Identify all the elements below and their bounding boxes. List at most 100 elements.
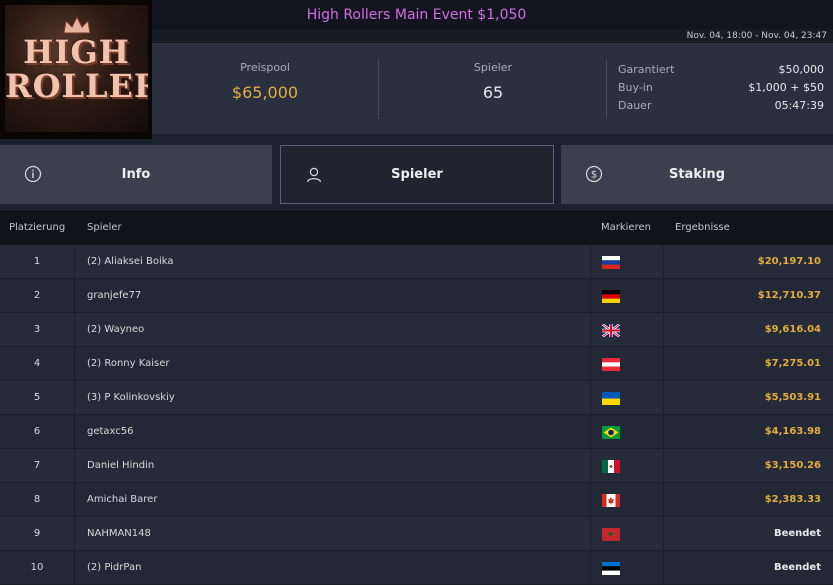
table-row[interactable]: 6 getaxc56 $4,163.98 bbox=[0, 415, 833, 449]
rank-cell: 1 bbox=[0, 245, 75, 278]
result-cell: $4,163.98 bbox=[764, 426, 821, 437]
detail-row-buyin: Buy-in $1,000 + $50 bbox=[618, 81, 824, 99]
result-cell: $9,616.04 bbox=[764, 324, 821, 335]
divider bbox=[606, 59, 607, 119]
player-name[interactable]: (3) P Kolinkovskiy bbox=[87, 381, 175, 414]
tournament-info-panel: Preispool $65,000 Spieler 65 Garantiert … bbox=[152, 43, 833, 134]
table-row[interactable]: 1 (2) Aliaksei Boika $20,197.10 bbox=[0, 245, 833, 279]
result-cell: Beendet bbox=[773, 562, 821, 573]
result-cell: $2,383.33 bbox=[764, 494, 821, 505]
table-header: Platzierung Spieler Markieren Ergebnisse bbox=[0, 211, 833, 245]
logo-image: HIGH ROLLERS bbox=[5, 5, 148, 132]
table-row[interactable]: 10 (2) PidrPan Beendet bbox=[0, 551, 833, 585]
prize-pool-stat: Preispool $65,000 bbox=[162, 61, 368, 102]
tournament-details: Garantiert $50,000 Buy-in $1,000 + $50 D… bbox=[618, 63, 824, 117]
rank-cell: 8 bbox=[0, 483, 75, 516]
tab-staking[interactable]: $ Staking bbox=[561, 145, 833, 204]
players-value: 65 bbox=[482, 83, 504, 102]
result-cell: $7,275.01 bbox=[764, 358, 821, 369]
detail-value: $50,000 bbox=[778, 63, 825, 76]
header-rank[interactable]: Platzierung bbox=[9, 222, 65, 233]
rank-cell: 5 bbox=[0, 381, 75, 414]
prize-pool-value: $65,000 bbox=[231, 83, 299, 102]
rank-cell: 7 bbox=[0, 449, 75, 482]
result-cell: $20,197.10 bbox=[757, 256, 821, 267]
result-cell: $5,503.91 bbox=[764, 392, 821, 403]
result-cell: $3,150.26 bbox=[764, 460, 821, 471]
result-cell: $12,710.37 bbox=[757, 290, 821, 301]
flag-cell bbox=[590, 347, 664, 380]
player-name[interactable]: NAHMAN148 bbox=[87, 517, 151, 550]
results-table: Platzierung Spieler Markieren Ergebnisse… bbox=[0, 211, 833, 585]
detail-value: $1,000 + $50 bbox=[748, 81, 824, 94]
ukraine-flag-icon bbox=[602, 392, 620, 405]
detail-key: Dauer bbox=[618, 99, 652, 112]
player-name[interactable]: Amichai Barer bbox=[87, 483, 157, 516]
flag-cell bbox=[590, 381, 664, 414]
tab-info[interactable]: Info bbox=[0, 145, 272, 204]
flag-cell bbox=[590, 245, 664, 278]
player-name[interactable]: getaxc56 bbox=[87, 415, 134, 448]
tab-spieler[interactable]: Spieler bbox=[280, 145, 554, 204]
table-row[interactable]: 9 NAHMAN148 Beendet bbox=[0, 517, 833, 551]
table-row[interactable]: 2 granjefe77 $12,710.37 bbox=[0, 279, 833, 313]
table-row[interactable]: 4 (2) Ronny Kaiser $7,275.01 bbox=[0, 347, 833, 381]
date-range: Nov. 04, 18:00 - Nov. 04, 23:47 bbox=[152, 29, 833, 43]
russia-flag-icon bbox=[602, 256, 620, 269]
flag-cell bbox=[590, 449, 664, 482]
flag-cell bbox=[590, 313, 664, 346]
flag-cell bbox=[590, 517, 664, 550]
player-name[interactable]: (2) Wayneo bbox=[87, 313, 144, 346]
player-name[interactable]: (2) Aliaksei Boika bbox=[87, 245, 173, 278]
mexico-flag-icon bbox=[602, 460, 620, 473]
logo-text-line2: ROLLERS bbox=[5, 67, 148, 105]
detail-key: Garantiert bbox=[618, 63, 675, 76]
canada-flag-icon bbox=[602, 494, 620, 507]
crown-icon bbox=[63, 15, 91, 34]
table-row[interactable]: 7 Daniel Hindin $3,150.26 bbox=[0, 449, 833, 483]
detail-key: Buy-in bbox=[618, 81, 653, 94]
flag-cell bbox=[590, 483, 664, 516]
rank-cell: 9 bbox=[0, 517, 75, 550]
brazil-flag-icon bbox=[602, 426, 620, 439]
table-row[interactable]: 5 (3) P Kolinkovskiy $5,503.91 bbox=[0, 381, 833, 415]
detail-row-duration: Dauer 05:47:39 bbox=[618, 99, 824, 117]
detail-row-guaranteed: Garantiert $50,000 bbox=[618, 63, 824, 81]
detail-value: 05:47:39 bbox=[774, 99, 824, 112]
divider bbox=[378, 59, 379, 119]
table-row[interactable]: 3 (2) Wayneo $9,616.04 bbox=[0, 313, 833, 347]
svg-text:$: $ bbox=[591, 170, 597, 181]
user-icon bbox=[306, 167, 322, 183]
uk-flag-icon bbox=[602, 324, 620, 337]
tab-bar: Info Spieler $ Staking bbox=[0, 145, 833, 204]
header-player[interactable]: Spieler bbox=[87, 222, 122, 233]
table-row[interactable]: 8 Amichai Barer $2,383.33 bbox=[0, 483, 833, 517]
rank-cell: 6 bbox=[0, 415, 75, 448]
germany-flag-icon bbox=[602, 290, 620, 303]
rank-cell: 3 bbox=[0, 313, 75, 346]
player-name[interactable]: granjefe77 bbox=[87, 279, 141, 312]
morocco-flag-icon bbox=[602, 528, 620, 541]
header-flag[interactable]: Markieren bbox=[601, 222, 651, 233]
rank-cell: 4 bbox=[0, 347, 75, 380]
players-label: Spieler bbox=[473, 61, 513, 74]
austria-flag-icon bbox=[602, 358, 620, 371]
estonia-flag-icon bbox=[602, 562, 620, 575]
prize-pool-label: Preispool bbox=[240, 61, 290, 74]
flag-cell bbox=[590, 415, 664, 448]
table-body: 1 (2) Aliaksei Boika $20,197.10 2 granjefe77… bbox=[0, 245, 833, 585]
player-name[interactable]: (2) PidrPan bbox=[87, 551, 141, 584]
event-title: High Rollers Main Event $1,050 bbox=[306, 6, 527, 23]
player-name[interactable]: Daniel Hindin bbox=[87, 449, 154, 482]
flag-cell bbox=[590, 551, 664, 584]
info-icon bbox=[24, 165, 42, 183]
rank-cell: 10 bbox=[0, 551, 75, 584]
dollar-coin-icon: $ bbox=[585, 165, 603, 183]
result-cell: Beendet bbox=[773, 528, 821, 539]
header-result[interactable]: Ergebnisse bbox=[675, 222, 730, 233]
logo-text-line1: HIGH bbox=[23, 33, 130, 71]
flag-cell bbox=[590, 279, 664, 312]
player-name[interactable]: (2) Ronny Kaiser bbox=[87, 347, 170, 380]
high-rollers-logo: HIGH ROLLERS bbox=[0, 0, 152, 139]
rank-cell: 2 bbox=[0, 279, 75, 312]
